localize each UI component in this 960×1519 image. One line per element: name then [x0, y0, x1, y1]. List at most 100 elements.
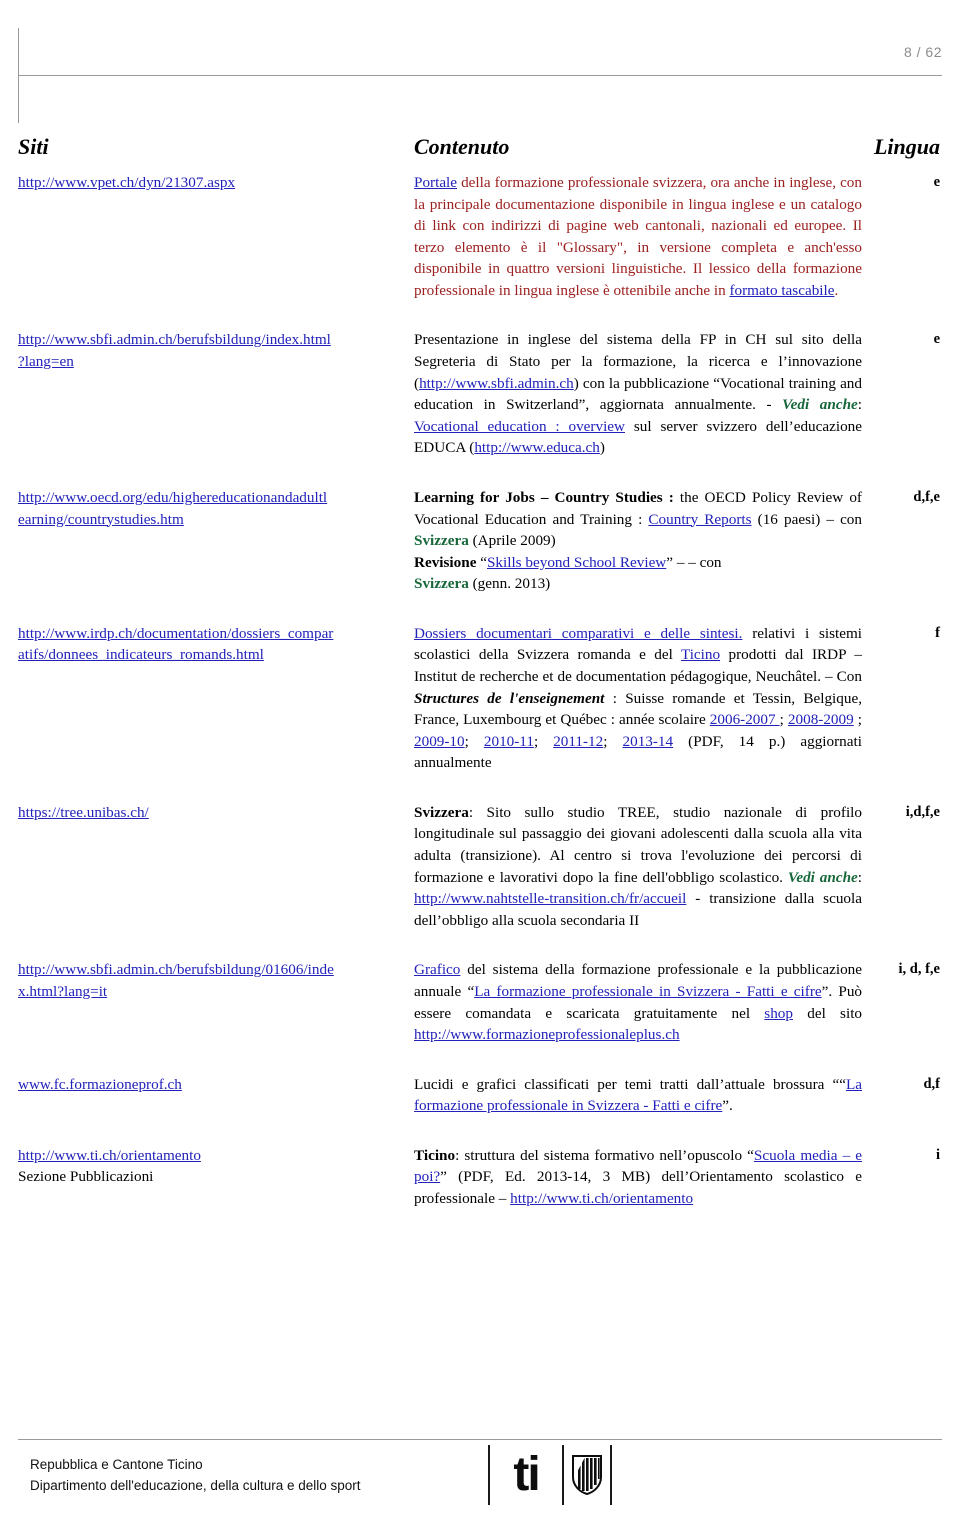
page-number: 8 / 62	[903, 44, 942, 60]
table-body: http://www.vpet.ch/dyn/21307.aspx Portale…	[18, 172, 942, 1238]
cell-lingua: i, d, f,e	[898, 961, 940, 978]
cell-lingua: e	[933, 331, 940, 348]
content-link[interactable]: Vocational education : overview	[414, 418, 625, 435]
logo-wordmark-ti: ti	[513, 1448, 540, 1501]
cell-content: Ticino: struttura del sistema formativo …	[414, 1145, 872, 1238]
logo-divider-right	[610, 1445, 612, 1505]
content-text: Vedi anche	[787, 868, 858, 886]
site-link[interactable]: http://www.sbfi.admin.ch/berufsbildung/i…	[18, 331, 331, 348]
content-text: Vedi anche	[782, 396, 858, 414]
content-link[interactable]: http://www.sbfi.admin.ch	[419, 375, 574, 392]
content-link[interactable]: http://www.educa.ch	[474, 439, 600, 456]
footer-line-1: Repubblica e Cantone Ticino	[30, 1457, 203, 1472]
table-row: www.fc.formazioneprof.ch Lucidi e grafici…	[18, 1074, 942, 1145]
cell-content: Portale della formazione professionale s…	[414, 172, 872, 329]
site-link[interactable]: http://www.irdp.ch/documentation/dossier…	[18, 625, 333, 642]
sites-table: Siti Contenuto Lingua http://www.vpet.ch…	[18, 134, 942, 1238]
site-link-continuation[interactable]: atifs/donnees_indicateurs_romands.html	[18, 646, 264, 663]
table-row: http://www.oecd.org/edu/highereducationa…	[18, 487, 942, 623]
site-link-continuation[interactable]: x.html?lang=it	[18, 983, 107, 1000]
cell-site-url: https://tree.unibas.ch/	[18, 802, 414, 959]
content-link[interactable]: Grafico	[414, 961, 460, 978]
content-link[interactable]: 2011-12	[553, 733, 603, 750]
cell-site-url: http://www.oecd.org/edu/highereducationa…	[18, 487, 414, 623]
table-row: http://www.vpet.ch/dyn/21307.aspx Portale…	[18, 172, 942, 329]
cell-lingua: f	[935, 624, 940, 641]
content-text: “	[480, 553, 487, 571]
cell-site-url: http://www.sbfi.admin.ch/berufsbildung/0…	[18, 959, 414, 1073]
column-header-siti: Siti	[18, 134, 49, 159]
site-link-continuation[interactable]: ?lang=en	[18, 353, 74, 370]
content-text: ”.	[722, 1097, 733, 1115]
column-header-contenuto: Contenuto	[414, 134, 510, 159]
content-text: .	[834, 281, 839, 299]
cell-content: Grafico del sistema della formazione pro…	[414, 959, 872, 1073]
content-text: (16 paesi) – con	[751, 510, 862, 528]
content-link[interactable]: La formazione professionale in Svizzera …	[474, 983, 821, 1000]
table-row: http://www.ti.ch/orientamento Sezione Pub…	[18, 1145, 942, 1238]
cell-content: Dossiers documentari comparativi e delle…	[414, 623, 872, 802]
content-text: del sito	[793, 1004, 863, 1022]
table-row: http://www.sbfi.admin.ch/berufsbildung/0…	[18, 959, 942, 1073]
content-text: ” – – con	[666, 553, 722, 571]
site-link[interactable]: http://www.ti.ch/orientamento	[18, 1147, 201, 1164]
content-link[interactable]: 2006-2007	[710, 711, 780, 728]
content-text: )	[599, 439, 605, 457]
cell-lingua: i,d,f,e	[905, 803, 940, 820]
site-link[interactable]: http://www.vpet.ch/dyn/21307.aspx	[18, 174, 235, 191]
site-link[interactable]: https://tree.unibas.ch/	[18, 804, 149, 821]
content-link[interactable]: shop	[764, 1005, 793, 1022]
content-text: Learning for Jobs – Country Studies :	[414, 488, 674, 506]
content-link[interactable]: Skills beyond School Review	[487, 554, 666, 571]
content-text: Revisione	[414, 553, 481, 571]
table-header-row: Siti Contenuto Lingua	[18, 134, 942, 172]
content-link[interactable]: Dossiers documentari comparativi e delle…	[414, 625, 742, 642]
content-text: :	[857, 396, 862, 414]
content-text: :	[857, 868, 862, 886]
cell-content: Svizzera: Sito sullo studio TREE, studio…	[414, 802, 872, 959]
content-link[interactable]: Portale	[414, 174, 457, 191]
cell-site-url: http://www.ti.ch/orientamento Sezione Pub…	[18, 1145, 414, 1238]
content-link[interactable]: http://www.nahtstelle-transition.ch/fr/a…	[414, 890, 686, 907]
footer-line-2: Dipartimento dell'educazione, della cult…	[30, 1477, 361, 1493]
table-row: http://www.irdp.ch/documentation/dossier…	[18, 623, 942, 802]
content-text: Lucidi e grafici classificati per temi t…	[414, 1075, 846, 1093]
content-text: Svizzera	[414, 575, 469, 593]
content-link[interactable]: 2010-11	[484, 733, 534, 750]
content-text: ;	[464, 732, 484, 750]
site-link[interactable]: www.fc.formazioneprof.ch	[18, 1076, 182, 1093]
cell-lingua: d,f	[923, 1075, 940, 1092]
cell-site-url: www.fc.formazioneprof.ch	[18, 1074, 414, 1145]
table-row: http://www.sbfi.admin.ch/berufsbildung/i…	[18, 329, 942, 486]
content-link[interactable]: 2013-14	[623, 733, 674, 750]
table-row: https://tree.unibas.ch/Svizzera: Sito su…	[18, 802, 942, 959]
site-subtitle: Sezione Pubblicazioni	[18, 1168, 154, 1186]
content-link[interactable]: Country Reports	[648, 511, 751, 528]
content-link[interactable]: Ticino	[681, 646, 720, 663]
content-text: ;	[603, 732, 623, 750]
footer-rule	[18, 1439, 942, 1440]
content-link[interactable]: formato tascabile	[729, 282, 834, 299]
content-text: della formazione professionale svizzera,…	[414, 174, 862, 299]
cell-site-url: http://www.sbfi.admin.ch/berufsbildung/i…	[18, 329, 414, 486]
content-text: (Aprile 2009)	[468, 532, 556, 550]
content-link[interactable]: 2008-2009	[788, 711, 854, 728]
site-link-continuation[interactable]: earning/countrystudies.htm	[18, 511, 184, 528]
content-text: : struttura del sistema formativo nell’o…	[455, 1146, 754, 1164]
content-link[interactable]: http://www.ti.ch/orientamento	[510, 1190, 693, 1207]
cell-site-url: http://www.irdp.ch/documentation/dossier…	[18, 623, 414, 802]
site-link[interactable]: http://www.sbfi.admin.ch/berufsbildung/0…	[18, 961, 334, 978]
content-text: Ticino	[414, 1146, 456, 1164]
site-link[interactable]: http://www.oecd.org/edu/highereducationa…	[18, 489, 327, 506]
page-header: 8 / 62	[0, 0, 960, 123]
cell-lingua: e	[933, 174, 940, 190]
cell-lingua: d,f,e	[913, 488, 940, 505]
content-link[interactable]: http://www.formazioneprofessionaleplus.c…	[414, 1026, 680, 1043]
cell-content: Learning for Jobs – Country Studies : th…	[414, 487, 872, 623]
cell-site-url: http://www.vpet.ch/dyn/21307.aspx	[18, 172, 414, 329]
content-text: ;	[779, 711, 788, 729]
cell-content: Lucidi e grafici classificati per temi t…	[414, 1074, 872, 1145]
content-link[interactable]: 2009-10	[414, 733, 465, 750]
header-horizontal-rule	[18, 75, 942, 76]
content-text: Svizzera	[414, 803, 469, 821]
